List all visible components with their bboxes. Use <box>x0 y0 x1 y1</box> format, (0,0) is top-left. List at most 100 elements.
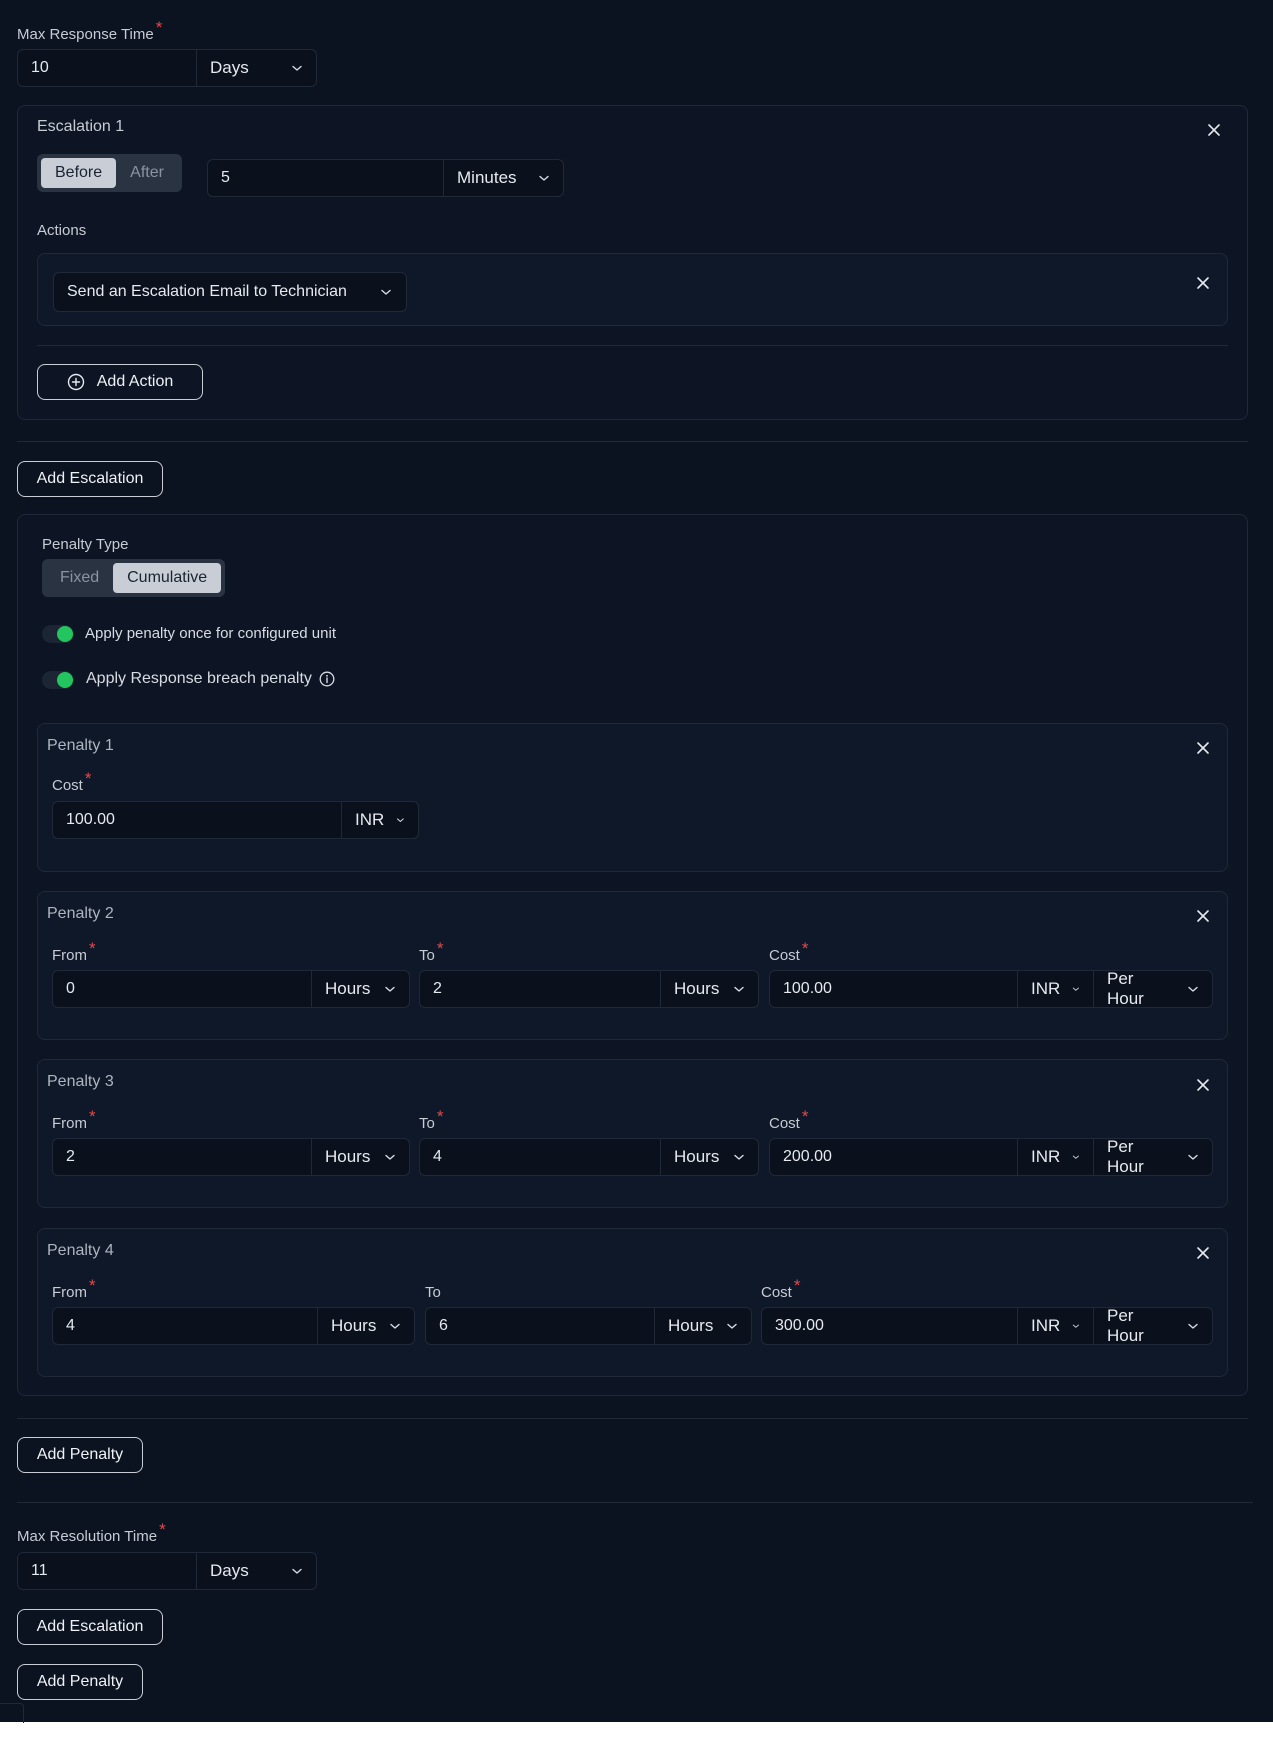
from-label: From * <box>52 1107 96 1132</box>
from-input[interactable]: 2 <box>53 1139 311 1175</box>
chevron-down-icon <box>1187 1151 1199 1163</box>
corner-tab <box>0 1703 24 1723</box>
max-resolution-time-unit-select[interactable]: Days <box>196 1553 316 1589</box>
penalty-3-title: Penalty 3 <box>47 1073 114 1090</box>
from-unit-select[interactable]: Hours <box>311 971 409 1007</box>
currency-select[interactable]: INR <box>1017 971 1093 1007</box>
penalty-1-title: Penalty 1 <box>47 737 114 754</box>
cost-label: Cost * <box>761 1276 801 1301</box>
add-penalty-button[interactable]: Add Penalty <box>17 1664 143 1700</box>
add-action-button[interactable]: Add Action <box>37 364 203 400</box>
cost-input[interactable]: 100.00 <box>770 971 1017 1007</box>
penalty-3-from-field[interactable]: 2 Hours <box>52 1138 410 1176</box>
rate-select[interactable]: Per Hour <box>1093 971 1212 1007</box>
penalty-4-from-field[interactable]: 4 Hours <box>52 1307 415 1345</box>
chevron-down-icon <box>291 1565 303 1577</box>
segment-cumulative[interactable]: Cumulative <box>113 563 222 593</box>
to-unit-select[interactable]: Hours <box>660 1139 758 1175</box>
toggle-knob <box>57 672 73 688</box>
currency-select[interactable]: INR <box>1017 1139 1093 1175</box>
response-breach-label-group: Apply Response breach penalty <box>86 670 335 688</box>
to-label: To * <box>419 939 444 964</box>
divider <box>37 345 1228 346</box>
from-input[interactable]: 4 <box>53 1308 317 1344</box>
max-resolution-time-input[interactable]: 11 <box>18 1553 196 1589</box>
add-escalation-button[interactable]: Add Escalation <box>17 1609 163 1645</box>
penalty-2-cost-field[interactable]: 100.00 INR Per Hour <box>769 970 1213 1008</box>
chevron-down-icon <box>384 1151 396 1163</box>
close-icon[interactable] <box>1195 1245 1211 1261</box>
penalty-4-to-field[interactable]: 6 Hours <box>425 1307 752 1345</box>
penalty-type-segment: Fixed Cumulative <box>42 559 226 597</box>
penalty-type-label: Penalty Type <box>42 536 129 553</box>
escalation-time-input[interactable]: 5 <box>208 160 443 196</box>
close-icon[interactable] <box>1195 740 1211 756</box>
apply-once-toggle[interactable] <box>42 625 74 643</box>
max-response-time-field[interactable]: 10 Days <box>17 49 317 87</box>
to-input[interactable]: 6 <box>426 1308 654 1344</box>
page-bottom-strip <box>0 1722 1273 1753</box>
segment-before[interactable]: Before <box>41 158 117 188</box>
currency-select[interactable]: INR <box>1017 1308 1093 1344</box>
penalty-3-to-field[interactable]: 4 Hours <box>419 1138 759 1176</box>
actions-label: Actions <box>37 222 87 239</box>
from-unit-select[interactable]: Hours <box>317 1308 414 1344</box>
penalty-2-card <box>37 891 1228 1040</box>
close-icon[interactable] <box>1195 908 1211 924</box>
to-input[interactable]: 4 <box>420 1139 660 1175</box>
penalty-1-cost-field[interactable]: 100.00 INR <box>52 801 419 839</box>
penalty-3-card <box>37 1059 1228 1208</box>
cost-input[interactable]: 200.00 <box>770 1139 1017 1175</box>
chevron-down-icon <box>1072 983 1080 995</box>
penalty-1-card <box>37 723 1228 872</box>
penalty-4-card <box>37 1228 1228 1377</box>
chevron-down-icon <box>1187 1320 1199 1332</box>
from-label: From * <box>52 1276 96 1301</box>
rate-select[interactable]: Per Hour <box>1093 1139 1212 1175</box>
escalation-title: Escalation 1 <box>37 118 125 135</box>
from-unit-select[interactable]: Hours <box>311 1139 409 1175</box>
segment-fixed[interactable]: Fixed <box>46 563 113 593</box>
max-response-time-input[interactable]: 10 <box>18 50 196 86</box>
info-icon[interactable] <box>319 671 335 687</box>
rate-select[interactable]: Per Hour <box>1093 1308 1212 1344</box>
close-icon[interactable] <box>1206 122 1222 138</box>
chevron-down-icon <box>389 1320 401 1332</box>
cost-input[interactable]: 300.00 <box>762 1308 1017 1344</box>
penalty-2-to-field[interactable]: 2 Hours <box>419 970 759 1008</box>
from-label: From * <box>52 939 96 964</box>
chevron-down-icon <box>538 172 550 184</box>
add-penalty-button[interactable]: Add Penalty <box>17 1437 143 1473</box>
to-unit-select[interactable]: Hours <box>660 971 758 1007</box>
from-input[interactable]: 0 <box>53 971 311 1007</box>
max-resolution-time-label: Max Resolution Time * <box>17 1520 166 1545</box>
to-unit-select[interactable]: Hours <box>654 1308 751 1344</box>
add-escalation-button[interactable]: Add Escalation <box>17 461 163 497</box>
response-breach-toggle[interactable] <box>42 671 74 689</box>
chevron-down-icon <box>1072 1151 1080 1163</box>
chevron-down-icon <box>384 983 396 995</box>
response-breach-label: Apply Response breach penalty <box>86 670 312 687</box>
cost-input[interactable]: 100.00 <box>53 802 341 838</box>
penalty-2-from-field[interactable]: 0 Hours <box>52 970 410 1008</box>
apply-once-label: Apply penalty once for configured unit <box>85 625 336 642</box>
escalation-time-field[interactable]: 5 Minutes <box>207 159 564 197</box>
penalty-3-cost-field[interactable]: 200.00 INR Per Hour <box>769 1138 1213 1176</box>
penalty-4-title: Penalty 4 <box>47 1242 114 1259</box>
toggle-knob <box>57 626 73 642</box>
action-select[interactable]: Send an Escalation Email to Technician <box>53 272 407 312</box>
chevron-down-icon <box>1187 983 1199 995</box>
penalty-4-cost-field[interactable]: 300.00 INR Per Hour <box>761 1307 1213 1345</box>
max-response-time-unit-select[interactable]: Days <box>196 50 316 86</box>
cost-label: Cost * <box>769 939 809 964</box>
before-after-segment: Before After <box>37 154 182 192</box>
escalation-unit-select[interactable]: Minutes <box>443 160 563 196</box>
chevron-down-icon <box>1072 1320 1080 1332</box>
currency-select[interactable]: INR <box>341 802 418 838</box>
to-label: To <box>425 1284 441 1301</box>
close-icon[interactable] <box>1195 1077 1211 1093</box>
close-icon[interactable] <box>1195 275 1211 291</box>
to-input[interactable]: 2 <box>420 971 660 1007</box>
segment-after[interactable]: After <box>116 158 178 188</box>
max-resolution-time-field[interactable]: 11 Days <box>17 1552 317 1590</box>
